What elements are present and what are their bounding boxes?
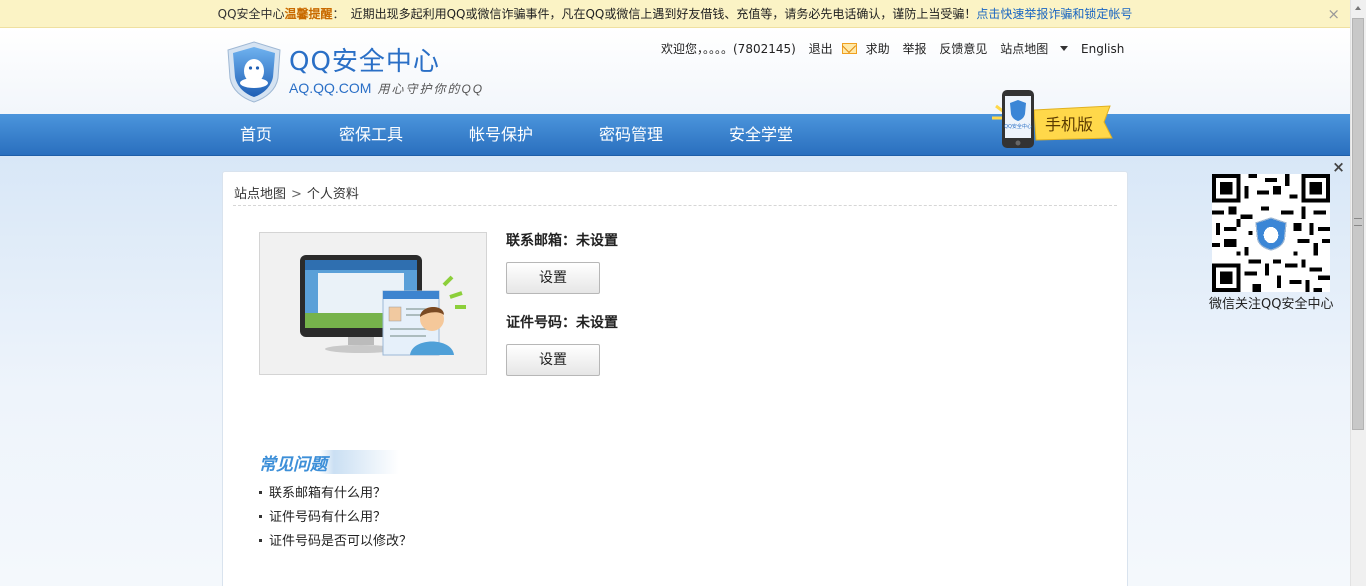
faq-list: 联系邮箱有什么用？ 证件号码有什么用？ 证件号码是否可以修改？ [259, 482, 412, 554]
nav-item-security-tools[interactable]: 密保工具 [339, 114, 403, 156]
mobile-screen-text: QQ安全中心 [1004, 123, 1032, 130]
divider [233, 205, 1117, 206]
bullet-icon [259, 491, 262, 494]
set-email-button[interactable]: 设置 [506, 262, 600, 294]
notice-message: 近期出现多起利用QQ或微信诈骗事件，凡在QQ或微信上遇到好友借钱、充值等，请务必… [350, 7, 977, 21]
profile-illustration [259, 232, 487, 375]
breadcrumb: 站点地图 > 个人资料 [234, 183, 359, 202]
shield-logo-icon[interactable] [224, 40, 284, 104]
nav-item-home[interactable]: 首页 [240, 114, 272, 156]
notice-title: QQ安全中心温馨提醒： [217, 7, 345, 21]
bullet-icon [259, 515, 262, 518]
bullet-icon [259, 539, 262, 542]
notice-close-icon[interactable]: × [1327, 0, 1340, 28]
main-nav: 首页 密保工具 帐号保护 密码管理 安全学堂 [0, 114, 1350, 156]
breadcrumb-separator: > [291, 187, 302, 202]
chevron-down-icon [1060, 46, 1069, 51]
qr-code-icon [1212, 174, 1330, 292]
help-link[interactable]: 求助 [866, 42, 890, 56]
report-fraud-link[interactable]: 点击快速举报诈骗和锁定帐号 [976, 7, 1132, 21]
notice-bar: QQ安全中心温馨提醒： 近期出现多起利用QQ或微信诈骗事件，凡在QQ或微信上遇到好… [0, 0, 1350, 28]
logo-text: QQ安全中心 AQ.QQ.COM 用心守护你的QQ [289, 41, 484, 97]
mobile-version-badge[interactable]: QQ安全中心 手机版 [986, 88, 1116, 150]
id-number-status-label: 证件号码：未设置 [506, 315, 618, 331]
english-link[interactable]: English [1081, 42, 1124, 56]
scrollbar-grip-icon [1354, 218, 1362, 226]
mail-icon[interactable] [841, 43, 857, 54]
nav-item-password-management[interactable]: 密码管理 [599, 114, 663, 156]
faq-item[interactable]: 证件号码是否可以修改？ [259, 530, 412, 554]
qr-caption: 微信关注QQ安全中心 [1209, 297, 1334, 312]
nav-item-security-school[interactable]: 安全学堂 [729, 114, 793, 156]
content-panel: 站点地图 > 个人资料 联系邮箱：未设置 设置 证件号码：未设置 设置 常见问题 [222, 171, 1128, 586]
feedback-link[interactable]: 反馈意见 [939, 42, 987, 56]
breadcrumb-sitemap-link[interactable]: 站点地图 [234, 187, 286, 202]
nav-item-account-protection[interactable]: 帐号保护 [469, 114, 533, 156]
qr-close-icon[interactable]: × [1330, 159, 1347, 176]
top-links: 欢迎您，。。。。(7802145) 退出 求助 举报 反馈意见 站点地图 Engl… [661, 40, 1133, 57]
report-link[interactable]: 举报 [903, 42, 927, 56]
faq-item[interactable]: 联系邮箱有什么用？ [259, 482, 412, 506]
header: QQ安全中心 AQ.QQ.COM 用心守护你的QQ 欢迎您，。。。。(780214… [0, 28, 1350, 114]
faq-item[interactable]: 证件号码有什么用？ [259, 506, 412, 530]
logo-url: AQ.QQ.COM 用心守护你的QQ [289, 80, 485, 96]
set-id-number-button[interactable]: 设置 [506, 344, 600, 376]
mobile-badge-label: 手机版 [1045, 115, 1093, 134]
email-status-label: 联系邮箱：未设置 [506, 233, 618, 249]
faq-title: 常见问题 [259, 450, 399, 475]
welcome-text: 欢迎您，。。。。(7802145) [661, 42, 796, 56]
breadcrumb-current: 个人资料 [306, 187, 359, 202]
logout-link[interactable]: 退出 [809, 42, 833, 56]
logo-slogan: 用心守护你的QQ [377, 82, 485, 96]
scroll-up-arrow-icon[interactable] [1350, 0, 1366, 16]
sitemap-dropdown[interactable]: 站点地图 [1000, 42, 1069, 56]
logo-title: QQ安全中心 [289, 47, 440, 77]
computer-profile-illustration-icon [300, 255, 466, 356]
